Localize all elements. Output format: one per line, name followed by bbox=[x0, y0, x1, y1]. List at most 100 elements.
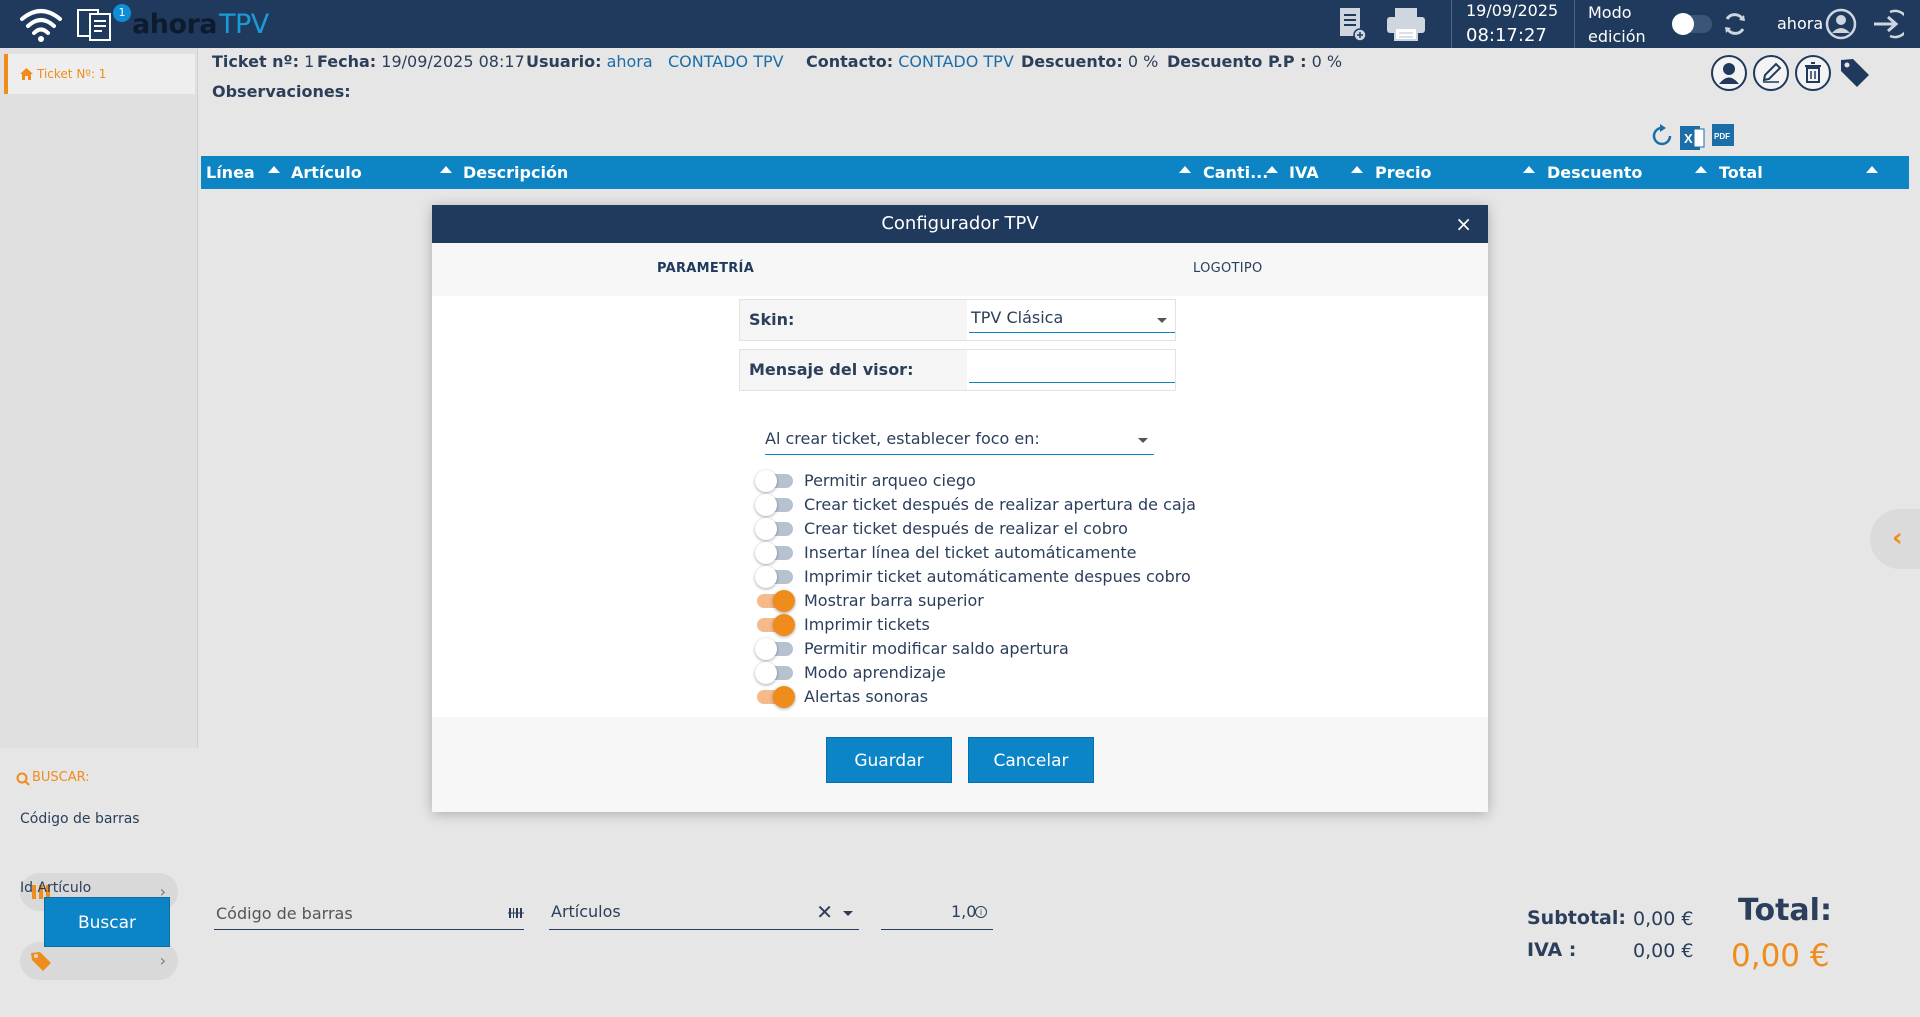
sync-icon[interactable] bbox=[1722, 11, 1748, 37]
mensaje-visor-row: Mensaje del visor: bbox=[739, 349, 1176, 391]
toggle-knob bbox=[773, 614, 795, 636]
toggle-label: Crear ticket después de realizar apertur… bbox=[804, 495, 1196, 514]
refresh-icon[interactable] bbox=[1652, 124, 1672, 146]
skin-select[interactable]: TPV Clásica bbox=[969, 308, 1175, 333]
tickets-count-badge: 1 bbox=[113, 4, 131, 22]
search-panel: BUSCAR: Código de barras › Id Artículo › bbox=[0, 748, 198, 1017]
toggle-switch[interactable] bbox=[755, 470, 793, 492]
pdf-export-icon[interactable]: PDF bbox=[1712, 124, 1734, 146]
toggle-label: Imprimir tickets bbox=[804, 615, 930, 634]
sort-arrow-icon[interactable] bbox=[268, 166, 280, 173]
barcode-scan-icon[interactable] bbox=[508, 906, 524, 920]
clear-icon[interactable]: ✕ bbox=[816, 900, 833, 924]
sort-arrow-icon[interactable] bbox=[1695, 166, 1707, 173]
tag-icon[interactable] bbox=[1839, 57, 1871, 89]
close-icon[interactable]: × bbox=[1455, 205, 1472, 243]
username[interactable]: ahora bbox=[1777, 14, 1823, 33]
toggle-switch[interactable] bbox=[755, 542, 793, 564]
toggle-switch[interactable] bbox=[757, 590, 795, 612]
toggle-switch[interactable] bbox=[755, 494, 793, 516]
svg-text:PDF: PDF bbox=[1714, 132, 1730, 141]
total-label: Total: bbox=[1738, 893, 1832, 928]
cancel-button[interactable]: Cancelar bbox=[968, 737, 1094, 783]
toggle-switch[interactable] bbox=[755, 566, 793, 588]
save-button[interactable]: Guardar bbox=[826, 737, 952, 783]
delete-button[interactable] bbox=[1795, 55, 1831, 91]
info-icon[interactable]: i bbox=[975, 906, 987, 918]
column-header-precio[interactable]: Precio bbox=[1375, 163, 1431, 182]
observations-label: Observaciones: bbox=[212, 82, 351, 101]
sort-arrow-icon[interactable] bbox=[1523, 166, 1535, 173]
home-icon bbox=[20, 68, 33, 80]
tab-parametria[interactable]: PARAMETRÍA bbox=[657, 261, 754, 276]
column-header-cantidad[interactable]: Canti... bbox=[1203, 163, 1268, 182]
tab-logotipo[interactable]: LOGOTIPO bbox=[1193, 261, 1263, 276]
new-document-icon[interactable] bbox=[1337, 6, 1367, 42]
sort-arrow-icon[interactable] bbox=[440, 166, 452, 173]
toggle-knob bbox=[755, 566, 777, 588]
search-icon bbox=[16, 772, 30, 786]
date-text: 19/09/2025 bbox=[1466, 1, 1559, 20]
logout-icon[interactable] bbox=[1870, 8, 1904, 40]
toggle-knob bbox=[755, 494, 777, 516]
excel-export-icon[interactable]: X bbox=[1680, 126, 1705, 150]
toggle-knob bbox=[773, 686, 795, 708]
customer-button[interactable] bbox=[1711, 55, 1747, 91]
lines-grid-header: Línea Artículo Descripción Canti... IVA … bbox=[201, 156, 1909, 189]
ticket-tab[interactable]: Ticket Nº: 1 bbox=[4, 54, 195, 94]
toggle-knob bbox=[755, 470, 777, 492]
side-panel-handle[interactable]: ‹ bbox=[1870, 509, 1920, 569]
quantity-field[interactable]: 1,0 i bbox=[881, 896, 993, 930]
mensaje-visor-input[interactable] bbox=[969, 358, 1175, 383]
edit-mode-toggle[interactable] bbox=[1672, 13, 1712, 35]
toggle-knob bbox=[755, 518, 777, 540]
sort-arrow-icon[interactable] bbox=[1866, 166, 1878, 173]
separator bbox=[1574, 0, 1575, 48]
toggle-label: Modo aprendizaje bbox=[804, 663, 946, 682]
edit-button[interactable] bbox=[1753, 55, 1789, 91]
chevron-down-icon[interactable] bbox=[843, 911, 853, 916]
search-title: BUSCAR: bbox=[32, 770, 90, 785]
column-header-descuento[interactable]: Descuento bbox=[1547, 163, 1642, 182]
column-header-iva[interactable]: IVA bbox=[1289, 163, 1319, 182]
user-circle-icon[interactable] bbox=[1825, 8, 1857, 40]
sort-arrow-icon[interactable] bbox=[1266, 166, 1278, 173]
toggle-switch[interactable] bbox=[757, 614, 795, 636]
subtotal-value: 0,00 € bbox=[1633, 908, 1694, 930]
person-icon bbox=[1719, 63, 1739, 84]
toggle-switch[interactable] bbox=[755, 662, 793, 684]
toggle-switch[interactable] bbox=[757, 686, 795, 708]
column-header-total[interactable]: Total bbox=[1719, 163, 1763, 182]
toggle-switch[interactable] bbox=[755, 638, 793, 660]
chevron-down-icon bbox=[1157, 318, 1167, 323]
ticket-contact[interactable]: CONTADO TPV bbox=[898, 52, 1014, 71]
toggle-label: Permitir modificar saldo apertura bbox=[804, 639, 1069, 658]
column-header-articulo[interactable]: Artículo bbox=[291, 163, 362, 182]
column-header-descripcion[interactable]: Descripción bbox=[463, 163, 568, 182]
ticket-user[interactable]: ahora bbox=[607, 52, 653, 71]
trash-icon bbox=[1805, 62, 1821, 83]
sort-arrow-icon[interactable] bbox=[1351, 166, 1363, 173]
pencil-icon bbox=[1762, 62, 1782, 83]
configurador-tpv-dialog: Configurador TPV × PARAMETRÍA LOGOTIPO S… bbox=[432, 205, 1488, 812]
printer-icon[interactable] bbox=[1384, 6, 1428, 42]
edit-mode-label: Modo edición bbox=[1588, 3, 1646, 46]
articles-select[interactable]: Artículos ✕ bbox=[549, 896, 859, 930]
toggle-label: Imprimir ticket automáticamente despues … bbox=[804, 567, 1191, 586]
mensaje-visor-label: Mensaje del visor: bbox=[740, 350, 967, 390]
toggle-label: Insertar línea del ticket automáticament… bbox=[804, 543, 1137, 562]
toggle-label: Mostrar barra superior bbox=[804, 591, 984, 610]
separator bbox=[1451, 0, 1452, 48]
chevron-down-icon bbox=[1138, 438, 1148, 443]
ticket-customer[interactable]: CONTADO TPV bbox=[668, 52, 784, 71]
column-header-linea[interactable]: Línea bbox=[206, 163, 255, 182]
sort-arrow-icon[interactable] bbox=[1179, 166, 1191, 173]
total-value: 0,00 € bbox=[1731, 938, 1830, 974]
skin-row: Skin: TPV Clásica bbox=[739, 299, 1176, 341]
barcode-entry-field[interactable]: Código de barras bbox=[214, 896, 524, 930]
toggle-switch[interactable] bbox=[755, 518, 793, 540]
search-button[interactable]: Buscar bbox=[44, 897, 170, 947]
tag-icon bbox=[31, 952, 51, 971]
sidebar: Ticket Nº: 1 BUSCAR: Código de barras › … bbox=[0, 48, 198, 1017]
focus-select[interactable]: Al crear ticket, establecer foco en: bbox=[765, 425, 1154, 455]
